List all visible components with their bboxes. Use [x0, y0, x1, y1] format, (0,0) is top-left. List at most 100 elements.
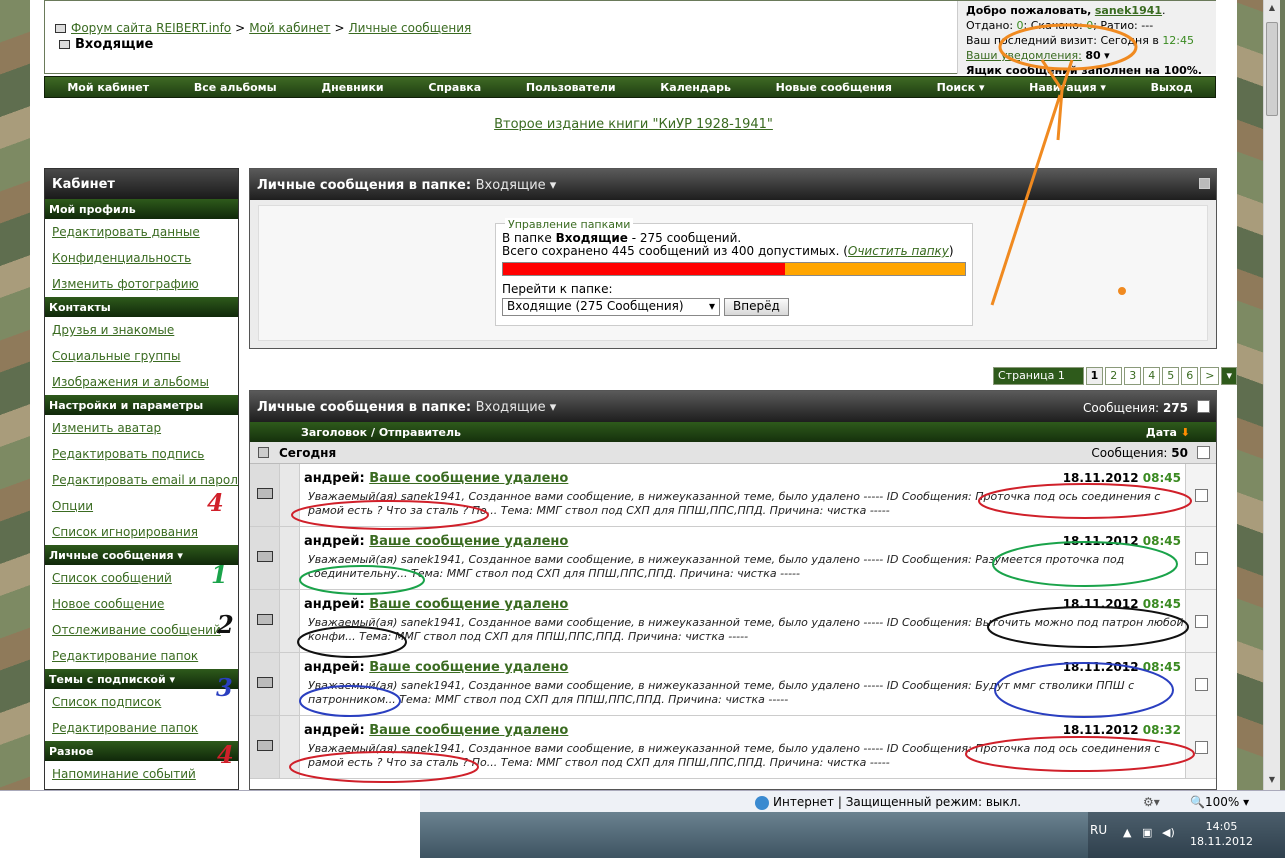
annotation-number: 3 — [216, 673, 233, 702]
subject-link[interactable]: Ваше сообщение удалено — [369, 534, 568, 549]
sidebar-item-edit-sub-folders[interactable]: Редактирование папок — [52, 721, 198, 735]
page-5[interactable]: 5 — [1162, 367, 1180, 385]
scroll-down-icon[interactable]: ▼ — [1264, 772, 1280, 788]
message-row[interactable]: андрей: Ваше сообщение удалено 18.11.2012… — [250, 653, 1216, 716]
page-6[interactable]: 6 — [1181, 367, 1199, 385]
page-title-text: Входящие — [75, 37, 154, 52]
sidebar-item-edit-signature[interactable]: Редактировать подпись — [52, 447, 204, 461]
sidebar-item-social-groups[interactable]: Социальные группы — [52, 349, 181, 363]
quota-bar-red — [503, 263, 785, 275]
sidebar-item-change-avatar[interactable]: Изменить аватар — [52, 421, 161, 435]
dl-label: Скачано: — [1030, 19, 1083, 32]
folder-line1-post: - 275 сообщений. — [631, 231, 742, 245]
group-checkbox[interactable] — [1197, 446, 1210, 459]
collapse-icon[interactable] — [258, 447, 269, 458]
collapse-icon[interactable] — [1199, 178, 1210, 189]
page-2[interactable]: 2 — [1105, 367, 1123, 385]
security-zone-text: Интернет | Защищенный режим: выкл. — [773, 795, 1022, 809]
col-title[interactable]: Заголовок / Отправитель — [301, 426, 461, 439]
nav-calendar[interactable]: Календарь — [660, 81, 731, 94]
chevron-down-icon[interactable]: ▾ — [1104, 49, 1110, 62]
page-next[interactable]: > — [1200, 367, 1220, 385]
sender: андрей — [304, 597, 360, 612]
clear-folder-link[interactable]: Очистить папку — [848, 244, 949, 258]
row-checkbox[interactable] — [1195, 741, 1208, 754]
page-3[interactable]: 3 — [1124, 367, 1142, 385]
list-header: Личные сообщения в папке: Входящие ▾ Сооб… — [250, 391, 1216, 422]
message-row[interactable]: андрей: Ваше сообщение удалено 18.11.2012… — [250, 716, 1216, 779]
list-header-label: Личные сообщения в папке: — [257, 400, 472, 415]
network-icon[interactable]: ▣ — [1142, 826, 1152, 839]
breadcrumb-cabinet[interactable]: Мой кабинет — [249, 21, 330, 35]
sidebar-item-new-message[interactable]: Новое сообщение — [52, 597, 164, 611]
username-link[interactable]: sanek1941 — [1095, 4, 1162, 17]
promo-link[interactable]: Второе издание книги "КиУР 1928-1941" — [494, 117, 773, 132]
status-blank-area — [0, 791, 420, 858]
system-tray — [1088, 812, 1285, 858]
sender: андрей — [304, 471, 360, 486]
language-indicator[interactable]: RU — [1090, 823, 1107, 837]
folder-select[interactable]: Входящие (275 Сообщения) — [502, 298, 720, 316]
nav-navigation[interactable]: Навигация ▾ — [1029, 81, 1106, 94]
sidebar-item-edit-email[interactable]: Редактировать email и пароль — [52, 473, 238, 487]
message-preview: Уважаемый(ая) sanek1941, Созданное вами … — [308, 616, 1184, 643]
nav-help[interactable]: Справка — [428, 81, 481, 94]
row-checkbox[interactable] — [1195, 552, 1208, 565]
sidebar-item-albums[interactable]: Изображения и альбомы — [52, 375, 209, 389]
sidebar-item-subscription-list[interactable]: Список подписок — [52, 695, 161, 709]
go-button[interactable]: Вперёд — [724, 298, 789, 316]
message-row[interactable]: андрей: Ваше сообщение удалено 18.11.2012… — [250, 590, 1216, 653]
sidebar-item-options[interactable]: Опции — [52, 499, 93, 513]
subject-link[interactable]: Ваше сообщение удалено — [369, 471, 568, 486]
nav-my-cabinet[interactable]: Мой кабинет — [67, 81, 149, 94]
row-checkbox[interactable] — [1195, 489, 1208, 502]
sidebar-item-edit-details[interactable]: Редактировать данные — [52, 225, 200, 239]
subject-link[interactable]: Ваше сообщение удалено — [369, 660, 568, 675]
clock[interactable]: 14:05 18.11.2012 — [1190, 819, 1253, 849]
scroll-thumb[interactable] — [1266, 22, 1278, 116]
sidebar-item-friends[interactable]: Друзья и знакомые — [52, 323, 174, 337]
sidebar-item-message-list[interactable]: Список сообщений — [52, 571, 172, 585]
page-4[interactable]: 4 — [1143, 367, 1161, 385]
col-date[interactable]: Дата ⬇ — [1146, 426, 1190, 439]
nav-users[interactable]: Пользователи — [526, 81, 616, 94]
folder-line2-post: ) — [948, 244, 954, 258]
list-folder-dropdown[interactable]: Входящие ▾ — [476, 400, 557, 415]
vertical-scrollbar[interactable]: ▲ ▼ — [1263, 0, 1280, 790]
nav-search[interactable]: Поиск ▾ — [937, 81, 985, 94]
sidebar-item-change-photo[interactable]: Изменить фотографию — [52, 277, 199, 291]
nav-diaries[interactable]: Дневники — [321, 81, 383, 94]
message-row[interactable]: андрей: Ваше сообщение удалено 18.11.2012… — [250, 527, 1216, 590]
breadcrumb-pm[interactable]: Личные сообщения — [349, 21, 472, 35]
tray-expand-icon[interactable]: ▲ — [1123, 826, 1131, 839]
nav-all-albums[interactable]: Все альбомы — [194, 81, 277, 94]
protected-mode-icon[interactable]: ⚙▾ — [1143, 795, 1160, 809]
select-all-checkbox[interactable] — [1197, 400, 1210, 413]
page-indicator[interactable]: Страница 1 из 6 — [993, 367, 1084, 398]
subject-link[interactable]: Ваше сообщение удалено — [369, 723, 568, 738]
sidebar-item-privacy[interactable]: Конфиденциальность — [52, 251, 191, 265]
notifications-link[interactable]: Ваши уведомления: — [966, 49, 1082, 62]
sidebar-item-track-messages[interactable]: Отслеживание сообщений — [52, 623, 221, 637]
row-checkbox[interactable] — [1195, 678, 1208, 691]
sidebar-item-ignore-list[interactable]: Список игнорирования — [52, 525, 198, 539]
folder-icon — [59, 40, 70, 49]
zoom-control[interactable]: 🔍100% ▾ — [1190, 795, 1249, 809]
sidebar-section-subscriptions[interactable]: Темы с подпиской ▾ — [45, 669, 238, 689]
sidebar-item-edit-folders[interactable]: Редактирование папок — [52, 649, 198, 663]
nav-new-posts[interactable]: Новые сообщения — [776, 81, 892, 94]
row-checkbox[interactable] — [1195, 615, 1208, 628]
breadcrumb-forum[interactable]: Форум сайта REIBERT.info — [71, 21, 231, 35]
sidebar-section-profile: Мой профиль — [45, 199, 238, 219]
subject-link[interactable]: Ваше сообщение удалено — [369, 597, 568, 612]
sidebar-item-event-reminders[interactable]: Напоминание событий — [52, 767, 196, 781]
message-icon-cell — [250, 716, 280, 778]
annotation-number: 1 — [211, 560, 228, 589]
volume-icon[interactable]: ◀) — [1162, 826, 1175, 839]
message-row[interactable]: андрей: Ваше сообщение удалено 18.11.2012… — [250, 464, 1216, 527]
chevron-down-icon[interactable]: ▾ — [1221, 367, 1237, 385]
folder-dropdown[interactable]: Входящие ▾ — [476, 178, 557, 193]
scroll-up-icon[interactable]: ▲ — [1264, 0, 1280, 16]
nav-logout[interactable]: Выход — [1151, 81, 1193, 94]
sidebar-section-pm[interactable]: Личные сообщения ▾ — [45, 545, 238, 565]
